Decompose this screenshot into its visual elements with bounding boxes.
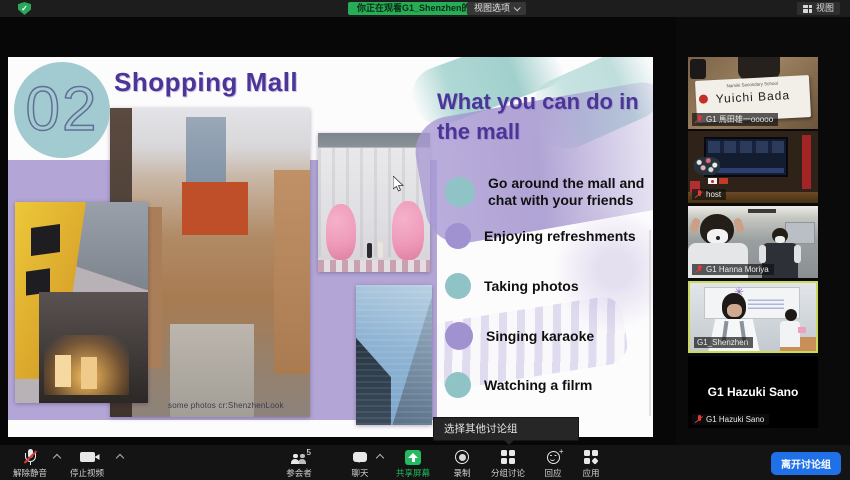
slide-heading: What you can do in the mall	[437, 87, 653, 147]
reactions-icon: +	[547, 451, 560, 464]
participant-name-label: G1_Shenzhen	[694, 337, 753, 348]
student-head	[785, 309, 797, 321]
japan-flag	[708, 178, 717, 184]
slide-right-panel: What you can do in the mall Go around th…	[437, 57, 653, 437]
bullet-dot	[445, 177, 475, 207]
view-grid-icon	[803, 5, 812, 13]
mic-muted-icon	[24, 449, 37, 465]
video-tile-host[interactable]: host	[688, 131, 818, 203]
zoom-meeting-window: ✓ 你正在观看G1_Shenzhen的屏幕 视图选项 视图	[0, 0, 850, 480]
shared-screen-area: 02 Shopping Mall some photos cr:Shenzhen…	[0, 17, 676, 445]
leave-breakout-button[interactable]: 离开讨论组	[771, 452, 841, 475]
video-tile-hazuki-sano[interactable]: G1 Hazuki Sano G1 Hazuki Sano	[688, 356, 818, 428]
slide-title: Shopping Mall	[114, 67, 298, 98]
bullet-item: Enjoying refreshments	[445, 223, 647, 249]
ceiling-light	[748, 209, 776, 213]
section-number-badge: 02	[14, 62, 110, 158]
student-body	[780, 321, 800, 347]
participants-button[interactable]: 5 参会者	[268, 449, 330, 479]
bullet-text: Watching a filrm	[484, 377, 592, 394]
muted-mic-icon	[695, 190, 703, 199]
breakout-rooms-icon	[501, 450, 515, 464]
bullet-dot	[445, 372, 471, 398]
view-button-label: 视图	[816, 2, 834, 15]
slide-photo-skyscrapers	[356, 285, 432, 425]
video-tile-shenzhen-active-speaker[interactable]: ✳ G1_Shenzhen	[688, 281, 818, 353]
mouse-cursor	[393, 176, 404, 192]
view-options-dropdown[interactable]: 视图选项	[467, 2, 526, 15]
section-number: 02	[26, 79, 99, 141]
chevron-down-icon	[514, 4, 521, 11]
bullet-text: Go around the mall and chat with your fr…	[488, 175, 647, 209]
apps-button[interactable]: 应用	[560, 449, 622, 479]
name-card-school: Namiki Secondary School	[724, 81, 781, 89]
participant-name-label: G1 Hanna Moriya	[692, 264, 774, 275]
breakout-room-tooltip: 选择其他讨论组	[433, 417, 579, 441]
red-banner	[802, 135, 811, 189]
video-camera-icon	[80, 452, 95, 462]
bullet-text: Singing karaoke	[486, 328, 594, 345]
participant-name-label: G1 馬田雄一ooooo	[692, 113, 778, 126]
chair	[690, 59, 706, 79]
participant-name-label: G1 Hazuki Sano	[692, 414, 769, 425]
video-tile-hanna-moriya[interactable]: G1 Hanna Moriya	[688, 206, 818, 278]
bullet-dot	[445, 223, 471, 249]
name-card-name: Yuichi Bada	[696, 87, 811, 107]
bullet-text: Enjoying refreshments	[484, 228, 636, 245]
slide-scrollbar	[649, 230, 651, 416]
video-tile-yuichi-bada[interactable]: Namiki Secondary School Yuichi Bada G1 馬…	[688, 57, 818, 129]
bullet-item: Singing karaoke	[445, 322, 647, 350]
view-options-label: 视图选项	[474, 2, 510, 15]
meeting-toolbar: 解除静音 停止视频 5 参会者 聊天 共享屏幕 录制	[0, 445, 850, 480]
face-mask	[775, 236, 785, 243]
slide-photo-pink-sculptures	[318, 133, 430, 272]
muted-mic-icon	[695, 265, 703, 274]
bullet-item: Watching a filrm	[445, 372, 647, 398]
stop-video-button[interactable]: 停止视频	[56, 449, 118, 479]
photo-credit-caption: some photos cr:ShenzhenLook	[168, 401, 284, 410]
participants-icon: 5	[290, 451, 308, 464]
chat-bubble-icon	[353, 452, 367, 462]
bullet-text: Taking photos	[484, 278, 579, 295]
bullet-dot	[445, 322, 473, 350]
muted-mic-icon	[695, 415, 703, 424]
security-shield-icon[interactable]: ✓	[18, 2, 31, 15]
participants-count-badge: 5	[307, 448, 311, 457]
shelf	[785, 222, 815, 244]
record-icon	[455, 450, 469, 464]
meeting-top-bar: ✓ 你正在观看G1_Shenzhen的屏幕 视图选项 视图	[0, 0, 850, 17]
muted-mic-icon	[695, 115, 703, 124]
unmute-button[interactable]: 解除静音	[0, 449, 61, 479]
participant-name-label: host	[692, 189, 726, 200]
bullet-item: Taking photos	[445, 273, 647, 299]
apps-icon	[584, 450, 598, 464]
china-flag	[719, 178, 728, 184]
slide-photo-yellow-building	[15, 202, 148, 403]
bullet-item: Go around the mall and chat with your fr…	[445, 175, 647, 209]
bullet-dot	[445, 273, 471, 299]
presentation-slide: 02 Shopping Mall some photos cr:Shenzhen…	[8, 57, 653, 437]
view-button[interactable]: 视图	[797, 2, 840, 15]
flower-bouquet	[694, 157, 720, 175]
share-screen-icon	[405, 450, 421, 465]
participants-strip: Namiki Secondary School Yuichi Bada G1 馬…	[676, 17, 850, 445]
